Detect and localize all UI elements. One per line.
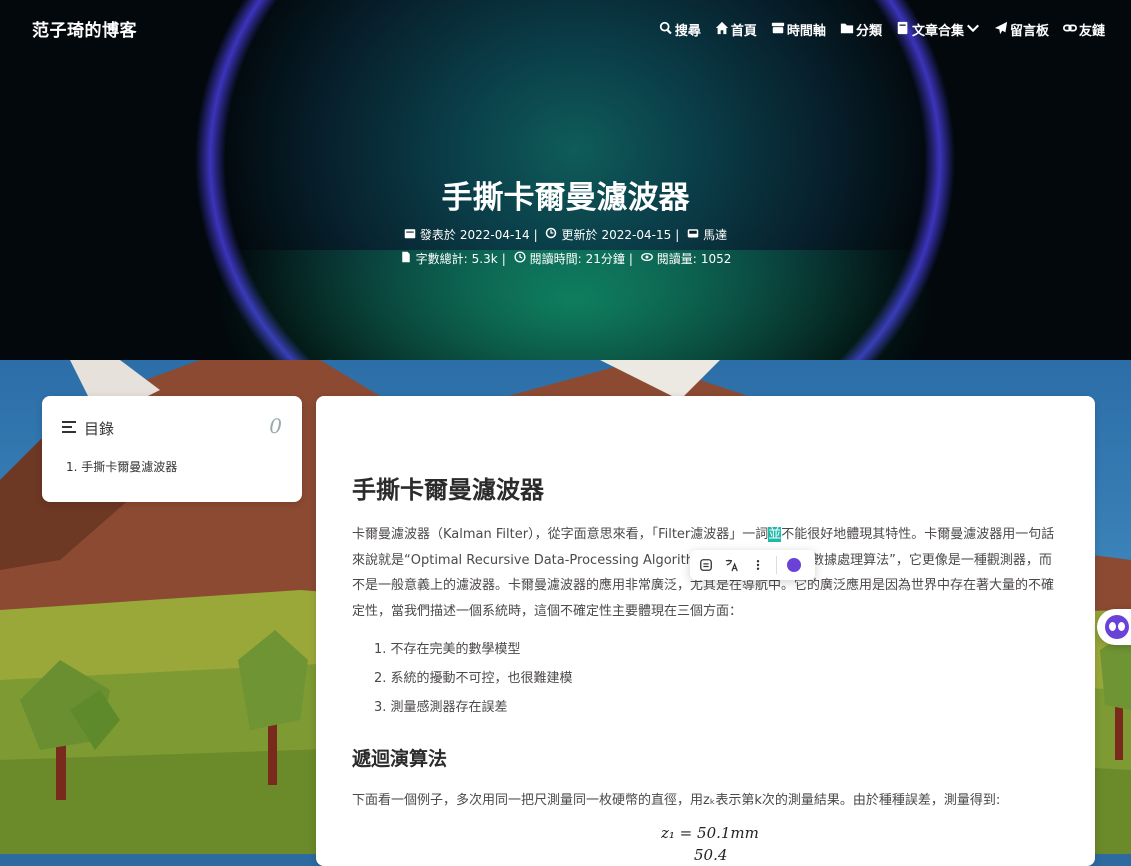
nav-search-label: 搜尋 [674, 24, 701, 39]
nav-collections-label: 文章合集 [911, 24, 964, 39]
history-icon [545, 227, 557, 242]
nav-collections[interactable]: 文章合集 [896, 20, 980, 39]
uncertainty-list: 1. 不存在完美的數學模型 2. 系統的擾動不可控，也很難建模 3. 測量感測器… [374, 638, 573, 725]
published-date: 2022-04-14 [459, 227, 530, 242]
wordcount-value: 5.3k [471, 251, 498, 266]
post-title: 手撕卡爾曼濾波器 [441, 180, 690, 216]
copy-icon[interactable] [698, 557, 714, 573]
nav-friends[interactable]: 友鏈 [1062, 20, 1105, 39]
author-meta[interactable]: 馬達 [687, 226, 727, 243]
updated-label: 更新於 [561, 228, 598, 242]
archive-icon [771, 21, 785, 39]
readtime-value: 21分鐘 [585, 252, 625, 266]
updated-meta: 更新於 2022-04-15 [545, 226, 671, 243]
nav-guestbook[interactable]: 留言板 [994, 20, 1049, 39]
readtime-label: 閱讀時間: [529, 252, 582, 266]
equation-z2-partial: 50.4 [694, 846, 728, 864]
nav-search[interactable]: 搜尋 [659, 20, 701, 39]
nav-categories-label: 分類 [855, 24, 882, 39]
site-brand[interactable]: 范子琦的博客 [32, 16, 137, 41]
article-card: 手撕卡爾曼濾波器 卡爾曼濾波器（Kalman Filter），從字面意思來看，「… [316, 396, 1095, 866]
nav-timeline-label: 時間軸 [786, 24, 826, 39]
list-item: 3. 測量感測器存在誤差 [374, 700, 508, 715]
selected-text: 並 [768, 527, 782, 542]
toc-progress: 0 [269, 414, 282, 438]
updated-date: 2022-04-15 [601, 227, 672, 242]
section-heading-recursive: 遞迴演算法 [352, 748, 448, 770]
paper-plane-icon [994, 21, 1008, 39]
calendar-icon [404, 227, 416, 242]
equation-z1: z₁ = 50.1mm [661, 824, 759, 842]
list-item: 1. 不存在完美的數學模型 [374, 642, 521, 657]
toc-title: 目錄 [84, 420, 115, 438]
toc-card: 目錄 0 1. 手撕卡爾曼濾波器 [42, 396, 302, 502]
search-icon [659, 21, 673, 39]
published-meta: 發表於 2022-04-14 [404, 226, 530, 243]
main-nav: 搜尋 首頁 時間軸 分類 文章合集 留言板 友鏈 [659, 20, 1105, 39]
translate-icon[interactable] [724, 557, 740, 573]
post-meta-stats: 字數總計: 5.3k | 閱讀時間: 21分鐘 | 閱讀量: 1052 [0, 250, 1131, 267]
views-meta: 閱讀量: 1052 [640, 250, 732, 267]
chevron-down-icon [966, 21, 980, 39]
assistant-bot-icon[interactable] [787, 558, 801, 572]
views-value: 1052 [700, 251, 732, 266]
clock-icon [514, 251, 526, 266]
published-label: 發表於 [419, 228, 456, 242]
author-name: 馬達 [703, 228, 728, 242]
nav-home-label: 首頁 [730, 24, 757, 39]
selection-toolbar [690, 550, 815, 580]
toolbar-divider [776, 556, 777, 574]
more-options-icon[interactable] [750, 557, 766, 573]
nav-timeline[interactable]: 時間軸 [771, 20, 826, 39]
link-icon [1062, 21, 1077, 39]
eye-icon [640, 251, 653, 266]
wordcount-meta: 字數總計: 5.3k [400, 250, 498, 267]
wordcount-label: 字數總計: [415, 252, 468, 266]
list-icon [62, 420, 78, 438]
views-label: 閱讀量: [656, 252, 697, 266]
toc-item[interactable]: 1. 手撕卡爾曼濾波器 [66, 458, 177, 475]
post-meta-dates: 發表於 2022-04-14 | 更新於 2022-04-15 | 馬達 [0, 226, 1131, 243]
article-paragraph-example: 下面看一個例子，多次用同一把尺測量同一枚硬幣的直徑，用zₖ表示第k次的測量結果。… [352, 793, 1001, 808]
home-icon [715, 21, 729, 39]
list-item: 2. 系統的擾動不可控，也很難建模 [374, 671, 573, 686]
nav-guestbook-label: 留言板 [1009, 24, 1049, 39]
book-icon [896, 21, 910, 39]
folder-icon [840, 21, 854, 39]
intro-text-a: 卡爾曼濾波器（Kalman Filter），從字面意思來看，「Filter濾波器… [352, 527, 769, 542]
nav-friends-label: 友鏈 [1078, 24, 1105, 39]
article-heading: 手撕卡爾曼濾波器 [352, 476, 544, 504]
readtime-meta: 閱讀時間: 21分鐘 [514, 250, 625, 267]
floating-assistant-button[interactable] [1097, 609, 1131, 645]
toc-header: 目錄 [62, 418, 114, 439]
hero-banner: 范子琦的博客 搜尋 首頁 時間軸 分類 文章合集 留言板 友鏈 手撕卡爾曼濾波器… [0, 0, 1131, 360]
file-word-icon [400, 251, 412, 266]
nav-home[interactable]: 首頁 [715, 20, 757, 39]
nav-categories[interactable]: 分類 [840, 20, 882, 39]
inbox-icon [687, 227, 699, 242]
